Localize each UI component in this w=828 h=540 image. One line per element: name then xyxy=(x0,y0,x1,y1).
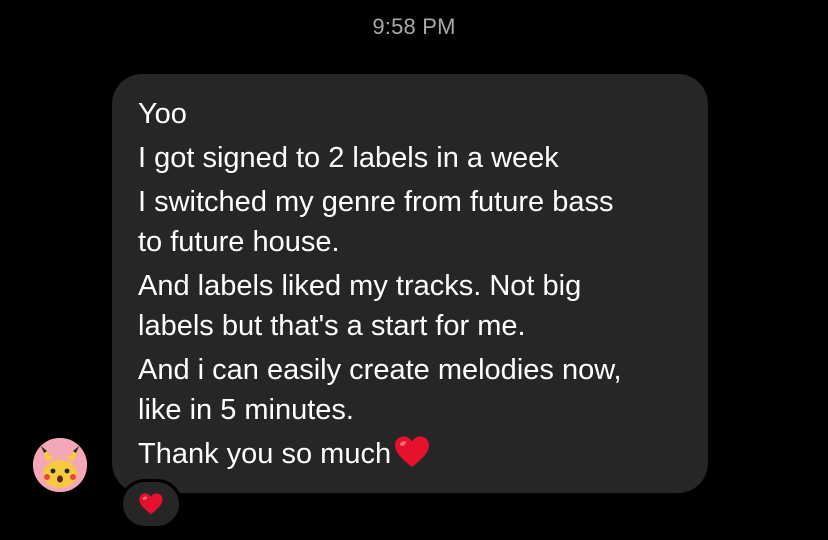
pikachu-avatar-icon xyxy=(33,438,87,492)
message-bubble[interactable]: Yoo I got signed to 2 labels in a week I… xyxy=(112,74,708,493)
message-line-3: I switched my genre from future bass xyxy=(138,186,614,218)
heart-reaction-badge[interactable] xyxy=(120,479,182,529)
message-line-6: labels but that's a start for me. xyxy=(138,310,526,342)
heart-reaction-icon xyxy=(139,493,163,515)
message-line-9: Thank you so much xyxy=(138,438,392,470)
heart-icon xyxy=(395,436,430,467)
message-line-8: like in 5 minutes. xyxy=(138,394,354,426)
message-line-5: And labels liked my tracks. Not big xyxy=(138,270,582,302)
message-line-2: I got signed to 2 labels in a week xyxy=(138,142,559,174)
message-line-1: Yoo xyxy=(138,98,187,130)
message-line-4: to future house. xyxy=(138,226,340,258)
message-line-7: And i can easily create melodies now, xyxy=(138,354,622,386)
sender-avatar[interactable] xyxy=(33,438,87,492)
message-line-9-container: Thank you so much xyxy=(138,434,682,474)
message-timestamp: 9:58 PM xyxy=(372,14,456,39)
